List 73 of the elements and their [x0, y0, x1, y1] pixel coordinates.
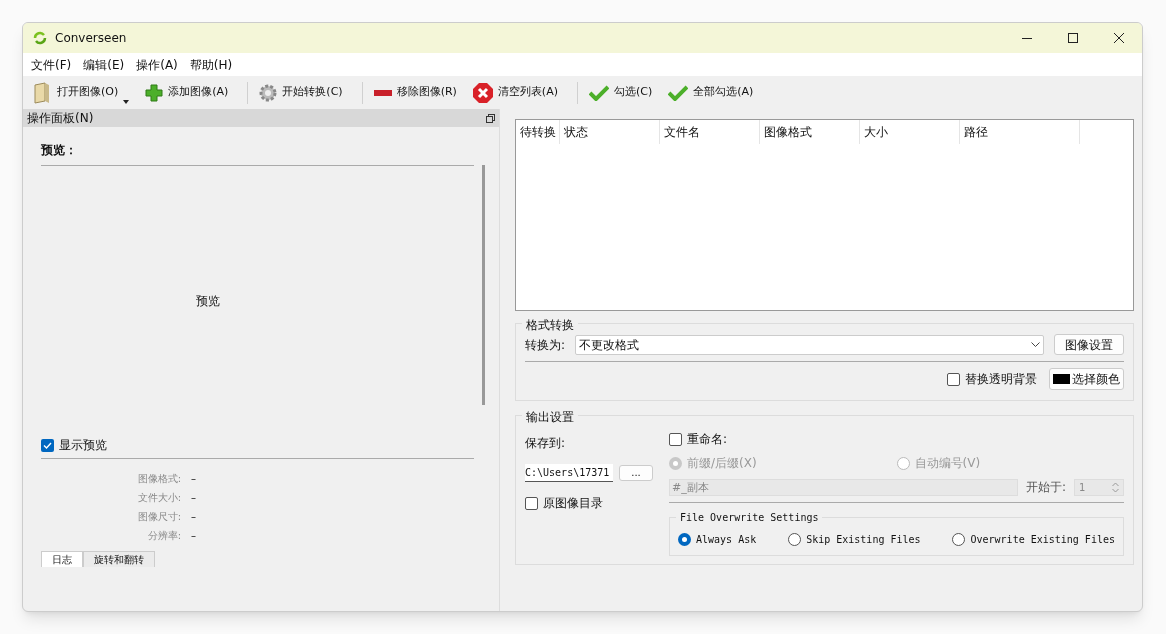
- info-label: 图像尺寸:: [136, 510, 181, 524]
- toolbar-button[interactable]: 移除图像(R): [370, 78, 460, 107]
- image-settings-button[interactable]: 图像设置: [1054, 334, 1124, 355]
- preview-heading: 预览：: [41, 141, 474, 166]
- tab[interactable]: 旋转和翻转: [83, 551, 155, 567]
- info-label: 图像格式:: [136, 472, 181, 486]
- checkbox[interactable]: [947, 372, 960, 386]
- radio-label: Always Ask: [696, 533, 757, 547]
- checkmark-icon: [588, 84, 609, 101]
- checkbox[interactable]: [669, 432, 682, 446]
- menu-item[interactable]: 编辑(E): [77, 55, 131, 74]
- column-header[interactable]: 路径: [960, 120, 1080, 144]
- close-icon: [1114, 33, 1124, 43]
- preview-label: 预览: [195, 293, 220, 310]
- radio-label: 前缀/后缀(X): [687, 455, 757, 472]
- color-button[interactable]: 选择颜色: [1049, 368, 1124, 390]
- radio-label: Overwrite Existing Files: [970, 533, 1115, 547]
- column-header[interactable]: 待转换: [516, 120, 560, 144]
- toolbar-button[interactable]: 打开图像(O): [29, 78, 133, 107]
- plus-icon: [145, 83, 164, 102]
- scrollbar-thumb[interactable]: [482, 165, 485, 405]
- checkbox-label: 原图像目录: [543, 495, 603, 512]
- info-value: –: [191, 491, 197, 505]
- menu-item[interactable]: 帮助(H): [183, 55, 239, 74]
- chevron-down-icon: [1031, 342, 1040, 347]
- group-title: 输出设置: [522, 408, 578, 426]
- panel-title: 操作面板(N): [27, 110, 94, 127]
- group-title: File Overwrite Settings: [676, 510, 823, 525]
- menu-item[interactable]: 文件(F): [25, 55, 78, 74]
- group-title: 格式转换: [522, 316, 578, 334]
- browse-button[interactable]: ...: [619, 465, 653, 481]
- gear-icon: [259, 83, 278, 102]
- field-label: 转换为:: [525, 336, 566, 354]
- info-value: –: [191, 472, 197, 486]
- minimize-icon: [1022, 37, 1032, 39]
- checkbox[interactable]: [525, 496, 538, 510]
- book-icon: [32, 81, 52, 104]
- stop-x-icon: [472, 82, 493, 103]
- toolbar-button[interactable]: 添加图像(A): [142, 78, 232, 107]
- checkmark-icon: [668, 84, 689, 101]
- checkbox-label: 替换透明背景: [965, 371, 1037, 388]
- toolbar-button[interactable]: 清空列表(A): [469, 78, 561, 107]
- radio-button[interactable]: [952, 533, 966, 546]
- field-label: 开始于:: [1025, 479, 1066, 496]
- spin-arrows-icon: [1112, 481, 1119, 493]
- info-label: 分辨率:: [146, 529, 181, 543]
- menu-item[interactable]: 操作(A): [130, 55, 184, 74]
- column-header[interactable]: 状态: [560, 120, 660, 144]
- column-header[interactable]: 图像格式: [760, 120, 860, 144]
- toolbar-button[interactable]: 全部勾选(A): [665, 78, 757, 107]
- float-icon[interactable]: [486, 113, 495, 123]
- minus-icon: [373, 89, 392, 96]
- path-field[interactable]: C:\Users\17371: [525, 464, 613, 482]
- field-label: 保存到:: [525, 435, 567, 452]
- info-value: –: [191, 529, 197, 543]
- column-header[interactable]: 大小: [860, 120, 960, 144]
- checkbox-label: 显示预览: [59, 437, 107, 454]
- toolbar-button[interactable]: 勾选(C): [585, 78, 656, 107]
- info-label: 文件大小:: [136, 491, 181, 505]
- tab[interactable]: 日志: [41, 551, 83, 567]
- radio-label: Skip Existing Files: [806, 533, 921, 547]
- maximize-icon: [1068, 33, 1078, 43]
- checkbox-label: 重命名:: [687, 431, 728, 448]
- radio-button[interactable]: [678, 533, 691, 546]
- toolbar-button[interactable]: 开始转换(C): [256, 78, 346, 107]
- format-dropdown[interactable]: 不更改格式: [575, 334, 1044, 355]
- radio-button[interactable]: [788, 533, 802, 546]
- window-title: Converseen: [55, 30, 127, 47]
- checkbox[interactable]: [41, 438, 54, 452]
- column-header[interactable]: 文件名: [660, 120, 760, 144]
- app-logo-icon: [33, 31, 47, 45]
- info-value: –: [191, 510, 197, 524]
- radio-label: 自动编号(V): [914, 455, 981, 472]
